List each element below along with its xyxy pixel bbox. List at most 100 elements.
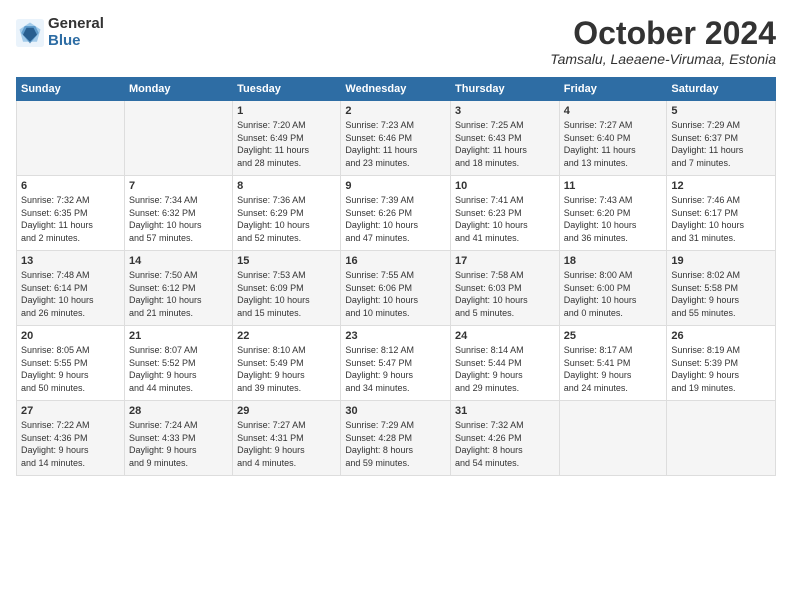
day-info: Sunrise: 8:19 AM Sunset: 5:39 PM Dayligh… [671,344,771,394]
day-info: Sunrise: 7:32 AM Sunset: 4:26 PM Dayligh… [455,419,555,469]
day-cell: 7 Sunrise: 7:34 AM Sunset: 6:32 PM Daylig… [124,176,232,251]
day-cell: 10 Sunrise: 7:41 AM Sunset: 6:23 PM Dayli… [451,176,560,251]
day-info: Sunrise: 8:05 AM Sunset: 5:55 PM Dayligh… [21,344,120,394]
day-number: 19 [671,255,771,267]
day-number: 12 [671,180,771,192]
weekday-header-saturday: Saturday [667,78,776,101]
day-info: Sunrise: 7:53 AM Sunset: 6:09 PM Dayligh… [237,269,336,319]
week-row-4: 20 Sunrise: 8:05 AM Sunset: 5:55 PM Dayli… [17,326,776,401]
day-info: Sunrise: 8:14 AM Sunset: 5:44 PM Dayligh… [455,344,555,394]
day-number: 31 [455,405,555,417]
day-cell: 14Sunrise: 7:50 AM Sunset: 6:12 PM Dayli… [124,251,232,326]
day-cell: 2 Sunrise: 7:23 AM Sunset: 6:46 PM Daylig… [341,101,451,176]
page: General Blue October 2024 Tamsalu, Laeae… [0,0,792,486]
day-cell: 24Sunrise: 8:14 AM Sunset: 5:44 PM Dayli… [451,326,560,401]
logo-blue-text: Blue [48,33,104,50]
day-info: Sunrise: 7:41 AM Sunset: 6:23 PM Dayligh… [455,194,555,244]
day-cell: 19 Sunrise: 8:02 AM Sunset: 5:58 PM Dayli… [667,251,776,326]
day-cell: 8 Sunrise: 7:36 AM Sunset: 6:29 PM Daylig… [233,176,341,251]
day-number: 30 [345,405,446,417]
week-row-1: 1Sunrise: 7:20 AM Sunset: 6:49 PM Daylig… [17,101,776,176]
day-cell [667,401,776,476]
day-cell: 29Sunrise: 7:27 AM Sunset: 4:31 PM Dayli… [233,401,341,476]
day-number: 29 [237,405,336,417]
day-info: Sunrise: 7:48 AM Sunset: 6:14 PM Dayligh… [21,269,120,319]
day-number: 27 [21,405,120,417]
day-number: 26 [671,330,771,342]
day-number: 9 [345,180,446,192]
day-cell: 4Sunrise: 7:27 AM Sunset: 6:40 PM Daylig… [559,101,667,176]
day-info: Sunrise: 8:07 AM Sunset: 5:52 PM Dayligh… [129,344,228,394]
day-number: 23 [345,330,446,342]
day-number: 13 [21,255,120,267]
day-info: Sunrise: 7:24 AM Sunset: 4:33 PM Dayligh… [129,419,228,469]
day-cell: 30Sunrise: 7:29 AM Sunset: 4:28 PM Dayli… [341,401,451,476]
day-cell: 18Sunrise: 8:00 AM Sunset: 6:00 PM Dayli… [559,251,667,326]
day-cell: 20 Sunrise: 8:05 AM Sunset: 5:55 PM Dayli… [17,326,125,401]
day-cell [559,401,667,476]
day-info: Sunrise: 7:29 AM Sunset: 6:37 PM Dayligh… [671,119,771,169]
day-cell: 1Sunrise: 7:20 AM Sunset: 6:49 PM Daylig… [233,101,341,176]
weekday-header-tuesday: Tuesday [233,78,341,101]
logo-text: General Blue [48,16,104,49]
day-info: Sunrise: 7:55 AM Sunset: 6:06 PM Dayligh… [345,269,446,319]
day-info: Sunrise: 7:46 AM Sunset: 6:17 PM Dayligh… [671,194,771,244]
logo-icon [16,19,44,47]
day-number: 8 [237,180,336,192]
day-info: Sunrise: 7:58 AM Sunset: 6:03 PM Dayligh… [455,269,555,319]
day-number: 7 [129,180,228,192]
header: General Blue October 2024 Tamsalu, Laeae… [16,16,776,67]
month-title: October 2024 [550,16,776,51]
weekday-header-monday: Monday [124,78,232,101]
weekday-header-sunday: Sunday [17,78,125,101]
day-info: Sunrise: 7:34 AM Sunset: 6:32 PM Dayligh… [129,194,228,244]
day-cell: 21 Sunrise: 8:07 AM Sunset: 5:52 PM Dayli… [124,326,232,401]
day-info: Sunrise: 8:02 AM Sunset: 5:58 PM Dayligh… [671,269,771,319]
day-cell: 27 Sunrise: 7:22 AM Sunset: 4:36 PM Dayli… [17,401,125,476]
day-info: Sunrise: 7:36 AM Sunset: 6:29 PM Dayligh… [237,194,336,244]
day-number: 6 [21,180,120,192]
day-info: Sunrise: 8:12 AM Sunset: 5:47 PM Dayligh… [345,344,446,394]
day-number: 2 [345,105,446,117]
week-row-5: 27 Sunrise: 7:22 AM Sunset: 4:36 PM Dayli… [17,401,776,476]
day-number: 28 [129,405,228,417]
day-cell: 15 Sunrise: 7:53 AM Sunset: 6:09 PM Dayli… [233,251,341,326]
day-number: 14 [129,255,228,267]
day-info: Sunrise: 8:10 AM Sunset: 5:49 PM Dayligh… [237,344,336,394]
day-info: Sunrise: 7:20 AM Sunset: 6:49 PM Dayligh… [237,119,336,169]
day-info: Sunrise: 8:00 AM Sunset: 6:00 PM Dayligh… [564,269,663,319]
day-info: Sunrise: 7:25 AM Sunset: 6:43 PM Dayligh… [455,119,555,169]
day-cell: 28 Sunrise: 7:24 AM Sunset: 4:33 PM Dayli… [124,401,232,476]
logo-general-text: General [48,16,104,33]
week-row-3: 13 Sunrise: 7:48 AM Sunset: 6:14 PM Dayli… [17,251,776,326]
day-cell [124,101,232,176]
day-cell: 13 Sunrise: 7:48 AM Sunset: 6:14 PM Dayli… [17,251,125,326]
day-number: 21 [129,330,228,342]
day-cell: 9 Sunrise: 7:39 AM Sunset: 6:26 PM Daylig… [341,176,451,251]
day-cell: 16 Sunrise: 7:55 AM Sunset: 6:06 PM Dayli… [341,251,451,326]
weekday-header-friday: Friday [559,78,667,101]
day-cell: 6Sunrise: 7:32 AM Sunset: 6:35 PM Daylig… [17,176,125,251]
day-number: 10 [455,180,555,192]
day-number: 20 [21,330,120,342]
day-cell: 25Sunrise: 8:17 AM Sunset: 5:41 PM Dayli… [559,326,667,401]
day-number: 11 [564,180,663,192]
day-cell: 31 Sunrise: 7:32 AM Sunset: 4:26 PM Dayli… [451,401,560,476]
weekday-header-wednesday: Wednesday [341,78,451,101]
day-number: 4 [564,105,663,117]
day-info: Sunrise: 7:39 AM Sunset: 6:26 PM Dayligh… [345,194,446,244]
day-cell: 23 Sunrise: 8:12 AM Sunset: 5:47 PM Dayli… [341,326,451,401]
day-info: Sunrise: 8:17 AM Sunset: 5:41 PM Dayligh… [564,344,663,394]
week-row-2: 6Sunrise: 7:32 AM Sunset: 6:35 PM Daylig… [17,176,776,251]
logo: General Blue [16,16,104,49]
day-info: Sunrise: 7:22 AM Sunset: 4:36 PM Dayligh… [21,419,120,469]
day-info: Sunrise: 7:23 AM Sunset: 6:46 PM Dayligh… [345,119,446,169]
day-cell [17,101,125,176]
day-number: 16 [345,255,446,267]
header-row: SundayMondayTuesdayWednesdayThursdayFrid… [17,78,776,101]
calendar-table: SundayMondayTuesdayWednesdayThursdayFrid… [16,77,776,476]
day-number: 3 [455,105,555,117]
location: Tamsalu, Laeaene-Virumaa, Estonia [550,51,776,67]
day-number: 15 [237,255,336,267]
day-cell: 22Sunrise: 8:10 AM Sunset: 5:49 PM Dayli… [233,326,341,401]
